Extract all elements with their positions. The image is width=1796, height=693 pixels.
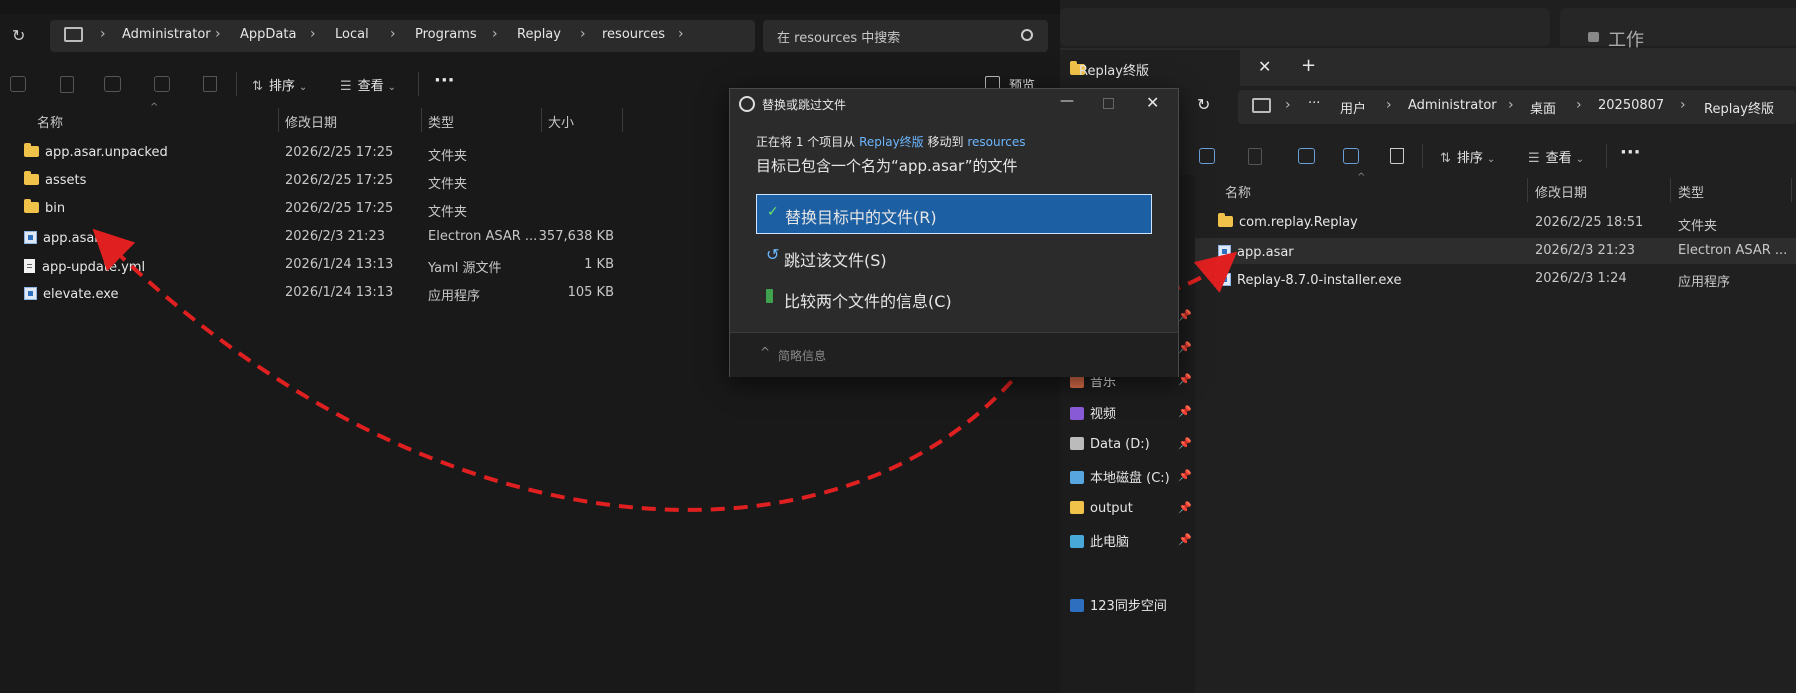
skip-file-option[interactable]: ↺ 跳过该文件(S) (756, 239, 1152, 275)
dialog-footer: ^ 简略信息 (730, 332, 1178, 377)
replace-or-skip-dialog: 替换或跳过文件 — ✕ 正在将 1 个项目从 Replay终版 移动到 reso… (729, 88, 1179, 377)
fewer-details-button[interactable]: 简略信息 (778, 347, 826, 364)
compare-files-label: 比较两个文件的信息(C) (784, 292, 952, 311)
chevron-up-icon[interactable]: ^ (760, 345, 770, 359)
compare-icon (766, 289, 773, 303)
replace-file-label: 替换目标中的文件(R) (785, 208, 937, 227)
dialog-title: 替换或跳过文件 (762, 98, 847, 112)
source-link[interactable]: Replay终版 (859, 135, 924, 149)
maximize-icon[interactable] (1103, 98, 1114, 109)
move-prefix: 正在将 1 个项目从 (756, 135, 856, 149)
dialog-titlebar: 替换或跳过文件 — ✕ (730, 89, 1178, 119)
destination-link[interactable]: resources (967, 135, 1025, 149)
checkmark-icon: ✓ (767, 204, 779, 220)
close-icon[interactable]: ✕ (1146, 93, 1159, 112)
move-middle: 移动到 (927, 135, 964, 149)
compare-files-option[interactable]: 比较两个文件的信息(C) (756, 280, 1152, 316)
skip-file-label: 跳过该文件(S) (784, 251, 887, 270)
skip-arrow-icon: ↺ (766, 245, 780, 264)
dialog-heading: 目标已包含一个名为“app.asar”的文件 (756, 157, 1018, 175)
replace-file-option[interactable]: ✓ 替换目标中的文件(R) (756, 194, 1152, 234)
minimize-icon[interactable]: — (1060, 93, 1074, 109)
move-description: 正在将 1 个项目从 Replay终版 移动到 resources (756, 133, 1026, 150)
clock-icon (739, 96, 755, 112)
